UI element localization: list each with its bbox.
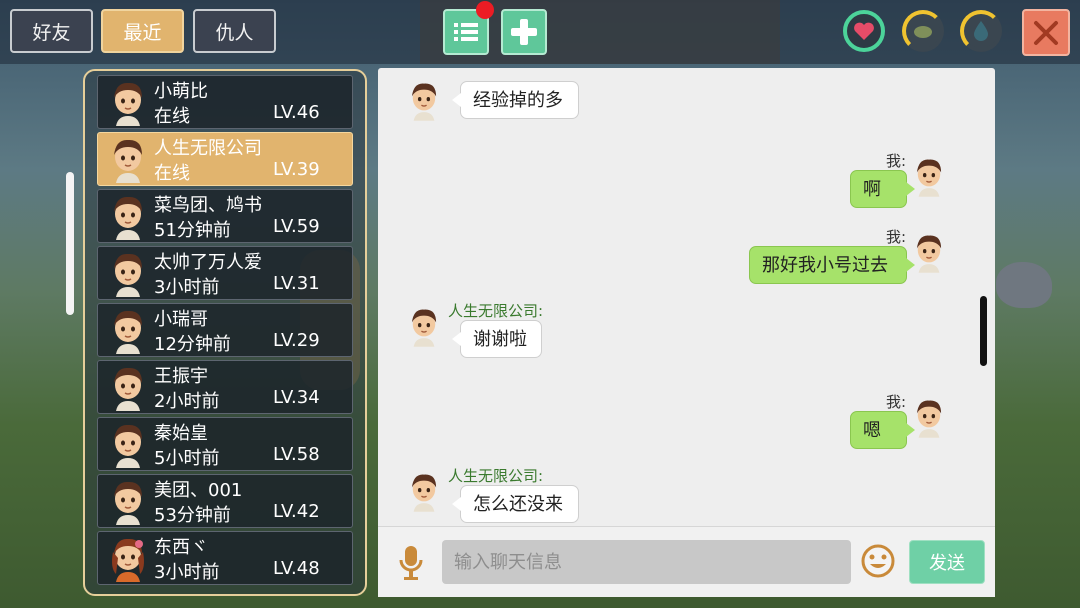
friend-row[interactable]: 王振宇 2小时前 LV.34 <box>97 360 353 414</box>
avatar <box>106 534 150 582</box>
friend-row[interactable]: 菜鸟团、鸠书 51分钟前 LV.59 <box>97 189 353 243</box>
smiley-icon <box>861 544 895 578</box>
friend-level: LV.48 <box>273 558 320 579</box>
scene-rock <box>996 262 1052 308</box>
friend-status: 3小时前 <box>154 277 220 298</box>
tab-enemies[interactable]: 仇人 <box>193 9 276 53</box>
avatar[interactable] <box>910 152 948 200</box>
bubble-tail <box>906 423 915 437</box>
message-bubble: 经验掉的多 <box>460 81 579 119</box>
message-bubble: 啊 <box>850 170 907 208</box>
friend-row[interactable]: 太帅了万人爱 3小时前 LV.31 <box>97 246 353 300</box>
list-scrollbar[interactable] <box>66 172 74 315</box>
avatar <box>106 420 150 468</box>
friend-row[interactable]: 人生无限公司 在线 LV.39 <box>97 132 353 186</box>
bubble-tail <box>906 182 915 196</box>
close-icon <box>1034 20 1058 45</box>
friend-level: LV.46 <box>273 102 320 123</box>
friend-name: 太帅了万人爱 <box>154 252 262 273</box>
message-bubble: 嗯 <box>850 411 907 449</box>
message-sender: 我: <box>886 393 907 411</box>
bubble-tail <box>906 258 915 272</box>
friend-status: 53分钟前 <box>154 505 231 526</box>
friend-name: 王振宇 <box>154 366 208 387</box>
friend-status: 3小时前 <box>154 562 220 583</box>
message-bubble: 那好我小号过去 <box>749 246 907 284</box>
friend-row[interactable]: 秦始皇 5小时前 LV.58 <box>97 417 353 471</box>
message-sender: 我: <box>886 228 907 246</box>
list-icon <box>454 23 478 41</box>
avatar <box>106 363 150 411</box>
avatar <box>106 249 150 297</box>
avatar <box>106 306 150 354</box>
friend-status: 在线 <box>154 106 190 127</box>
avatar[interactable] <box>910 393 948 441</box>
send-button[interactable]: 发送 <box>909 540 985 584</box>
avatar[interactable] <box>405 302 443 350</box>
avatar <box>106 78 150 126</box>
stamina-icon <box>914 26 932 38</box>
friend-row[interactable]: 小萌比 在线 LV.46 <box>97 75 353 129</box>
avatar[interactable] <box>405 467 443 515</box>
friend-name: 小瑞哥 <box>154 309 208 330</box>
friend-row[interactable]: 美团、001 53分钟前 LV.42 <box>97 474 353 528</box>
friend-name: 菜鸟团、鸠书 <box>154 195 262 216</box>
plus-icon <box>511 19 537 45</box>
message-sender: 人生无限公司: <box>448 302 544 320</box>
avatar <box>106 192 150 240</box>
message-sender: 人生无限公司: <box>448 467 544 485</box>
avatar[interactable] <box>405 76 443 124</box>
friend-level: LV.42 <box>273 501 320 522</box>
friend-row[interactable]: 东西ヾ 3小时前 LV.48 <box>97 531 353 585</box>
close-button[interactable] <box>1022 9 1070 56</box>
microphone-icon <box>399 546 423 580</box>
friend-status: 2小时前 <box>154 391 220 412</box>
bubble-tail <box>452 93 461 107</box>
chat-input[interactable] <box>442 540 851 584</box>
water-status[interactable] <box>960 10 1002 52</box>
friend-status: 51分钟前 <box>154 220 231 241</box>
water-drop-icon <box>974 21 988 41</box>
voice-button[interactable] <box>396 540 426 584</box>
avatar <box>106 477 150 525</box>
friend-status: 在线 <box>154 163 190 184</box>
friend-row[interactable]: 小瑞哥 12分钟前 LV.29 <box>97 303 353 357</box>
message-bubble: 谢谢啦 <box>460 320 542 358</box>
stamina-status[interactable] <box>902 10 944 52</box>
message-sender: 我: <box>886 152 907 170</box>
avatar <box>106 135 150 183</box>
tab-recent[interactable]: 最近 <box>101 9 184 53</box>
emoji-button[interactable] <box>861 544 895 578</box>
avatar[interactable] <box>910 228 948 276</box>
message-bubble: 怎么还没来 <box>460 485 579 523</box>
notification-dot <box>476 1 494 19</box>
heart-icon <box>854 22 874 40</box>
friend-level: LV.58 <box>273 444 320 465</box>
health-status[interactable] <box>843 10 885 52</box>
friend-status: 12分钟前 <box>154 334 231 355</box>
tab-friends[interactable]: 好友 <box>10 9 93 53</box>
friend-name: 美团、001 <box>154 480 243 501</box>
friend-name: 秦始皇 <box>154 423 208 444</box>
friend-name: 东西ヾ <box>154 537 208 558</box>
friend-level: LV.39 <box>273 159 320 180</box>
add-friend-button[interactable] <box>501 9 547 55</box>
friend-status: 5小时前 <box>154 448 220 469</box>
friend-level: LV.34 <box>273 387 320 408</box>
friend-level: LV.59 <box>273 216 320 237</box>
chat-scrollbar[interactable] <box>980 296 987 366</box>
friend-name: 小萌比 <box>154 81 208 102</box>
bubble-tail <box>452 497 461 511</box>
friend-name: 人生无限公司 <box>154 138 262 159</box>
friend-level: LV.29 <box>273 330 320 351</box>
bubble-tail <box>452 332 461 346</box>
friend-level: LV.31 <box>273 273 320 294</box>
